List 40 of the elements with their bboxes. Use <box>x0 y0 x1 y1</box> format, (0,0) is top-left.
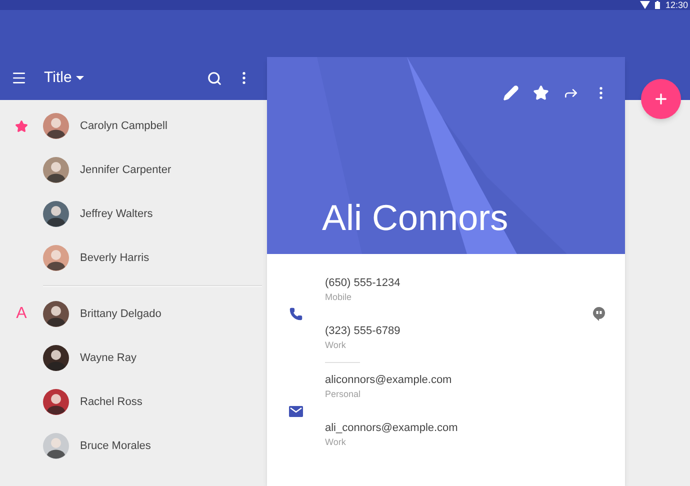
search-icon[interactable] <box>207 70 222 86</box>
contact-value[interactable]: aliconnors@example.com <box>325 373 625 387</box>
avatar <box>43 389 69 415</box>
add-fab[interactable] <box>641 79 681 119</box>
avatar <box>43 201 69 227</box>
contact-label: Work <box>325 436 347 449</box>
contact-name[interactable]: Jennifer Carpenter <box>80 162 172 178</box>
contact-name[interactable]: Rachel Ross <box>80 394 142 410</box>
caret-icon <box>76 76 84 80</box>
phone-icon <box>289 307 303 321</box>
contact-label: Personal <box>325 388 362 401</box>
plus-icon <box>653 91 669 107</box>
title-dropdown[interactable]: Title <box>44 66 84 90</box>
status-time: 12:30 <box>665 0 688 10</box>
contact-label: Mobile <box>325 291 353 304</box>
star-icon <box>15 120 28 132</box>
contact-name[interactable]: Jeffrey Walters <box>80 206 153 222</box>
star-icon[interactable] <box>533 85 549 101</box>
contact-name[interactable]: Beverly Harris <box>80 250 150 266</box>
avatar <box>43 157 69 183</box>
contact-title: Ali Connors <box>322 197 508 238</box>
contact-name[interactable]: Brittany Delgado <box>80 306 162 322</box>
avatar <box>43 301 69 327</box>
contact-name[interactable]: Wayne Ray <box>80 350 136 366</box>
mail-icon <box>289 406 303 416</box>
battery-icon <box>655 1 660 9</box>
contact-name[interactable]: Carolyn Campbell <box>80 118 168 134</box>
contact-value[interactable]: (650) 555-1234 <box>325 276 593 290</box>
contact-value[interactable]: ali_connors@example.com <box>325 421 625 435</box>
message-bubble-icon[interactable] <box>593 307 605 321</box>
menu-icon[interactable] <box>11 70 27 86</box>
contact-value[interactable]: (323) 555-6789 <box>325 324 593 338</box>
section-letter: A <box>16 304 27 324</box>
avatar <box>43 345 69 371</box>
avatar <box>43 113 69 139</box>
contact-name[interactable]: Bruce Morales <box>80 438 151 454</box>
avatar <box>43 433 69 459</box>
edit-icon[interactable] <box>503 85 519 101</box>
contact-label: Work <box>325 339 347 352</box>
avatar <box>43 245 69 271</box>
